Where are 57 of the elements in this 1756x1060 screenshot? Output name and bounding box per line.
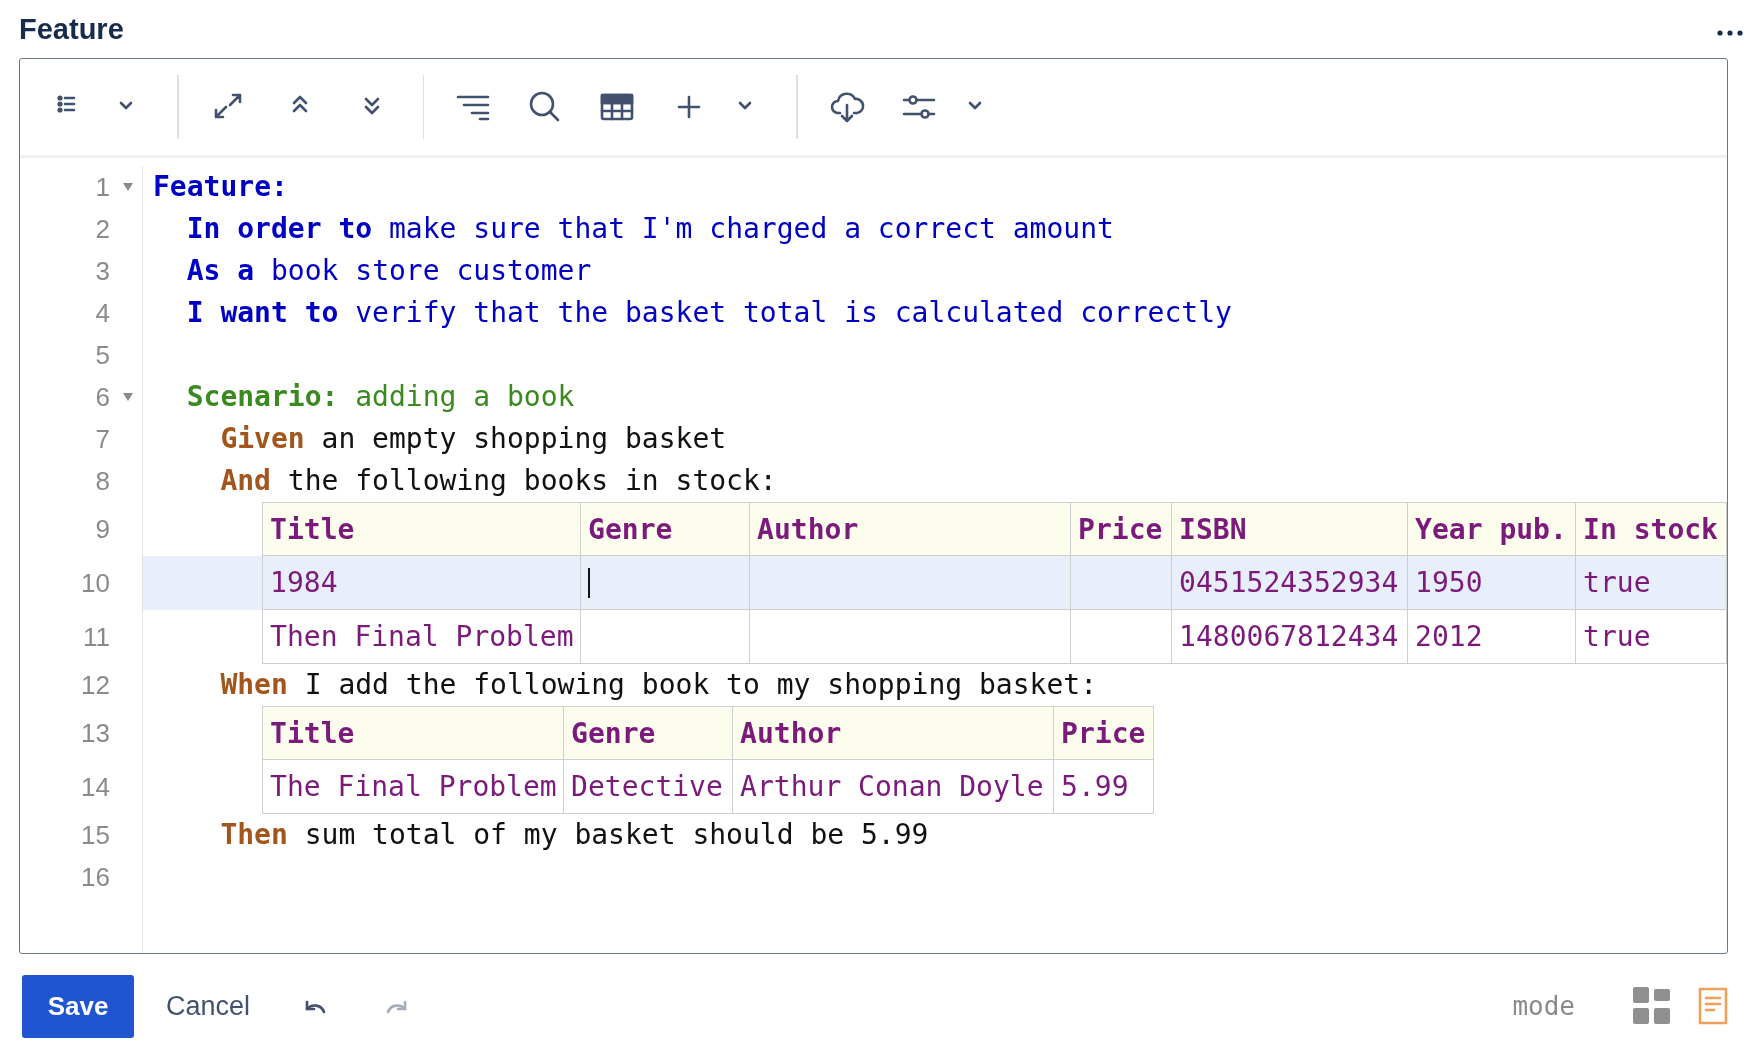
column-header: Author	[750, 502, 1072, 556]
page-title: Feature	[19, 12, 124, 46]
code-line: In order to make sure that I'm charged a correct amount	[185, 211, 1114, 247]
line-number: 1	[95, 171, 110, 203]
cloud-download-icon[interactable]	[828, 89, 865, 125]
column-header: In stock	[1576, 502, 1728, 556]
line-number: 12	[81, 669, 110, 701]
code-line: Given an empty shopping basket	[219, 421, 727, 457]
column-header: Genre	[564, 706, 734, 760]
line-number: 10	[81, 567, 110, 599]
code-line: When I add the following book to my shopping basket:	[219, 667, 1097, 703]
line-number: 11	[83, 621, 110, 653]
table-cell: 1480067812434	[1172, 610, 1409, 664]
line-number: 5	[95, 339, 110, 371]
column-header: Price	[1071, 502, 1173, 556]
save-button[interactable]: Save	[22, 974, 134, 1038]
grid-view-icon[interactable]	[1633, 987, 1670, 1025]
mode-label: mode	[1512, 991, 1575, 1021]
line-number: 3	[95, 255, 110, 287]
code-line: I want to verify that the basket total is calculated correctly	[185, 295, 1232, 331]
table-cell: The Final Problem	[262, 760, 565, 814]
table-cell: 2012	[1408, 610, 1577, 664]
table-cell: true	[1576, 556, 1728, 610]
code-line: And the following books in stock:	[219, 463, 777, 499]
column-header: Genre	[581, 502, 751, 556]
column-header: Price	[1054, 706, 1155, 760]
table-cell: true	[1576, 610, 1728, 664]
code-line: Then sum total of my basket should be 5.99	[219, 817, 929, 853]
cancel-button[interactable]: Cancel	[148, 980, 269, 1032]
column-header: ISBN	[1172, 502, 1409, 556]
table-cell: Arthur Conan Doyle	[733, 760, 1055, 814]
fold-arrow-icon[interactable]	[122, 392, 134, 402]
table-cell: 1950	[1408, 556, 1577, 610]
line-number: 8	[95, 465, 110, 497]
line-number: 14	[81, 771, 110, 803]
line-number: 13	[81, 717, 110, 749]
column-header: Author	[733, 706, 1055, 760]
line-number: 16	[81, 861, 110, 893]
table-cell: 5.99	[1054, 760, 1155, 814]
line-number: 4	[95, 297, 110, 329]
column-header: Title	[262, 706, 565, 760]
line-number: 6	[95, 381, 110, 413]
line-number: 7	[95, 423, 110, 455]
fold-arrow-icon[interactable]	[122, 182, 134, 192]
line-number: 15	[81, 819, 110, 851]
line-number: 2	[95, 213, 110, 245]
more-icon[interactable]	[1716, 29, 1744, 37]
table-cell: 1984	[262, 556, 582, 610]
column-header: Title	[262, 502, 582, 556]
code-line: As a book store customer	[185, 253, 592, 289]
table-cell: Detective	[564, 760, 734, 814]
code-line: Feature:	[153, 169, 288, 205]
column-header: Year pub.	[1408, 502, 1577, 556]
table-cell: 0451524352934	[1172, 556, 1409, 610]
code-line: Scenario: adding a book	[185, 379, 575, 415]
line-number: 9	[95, 513, 110, 545]
table-cell: Then Final Problem	[262, 610, 582, 664]
